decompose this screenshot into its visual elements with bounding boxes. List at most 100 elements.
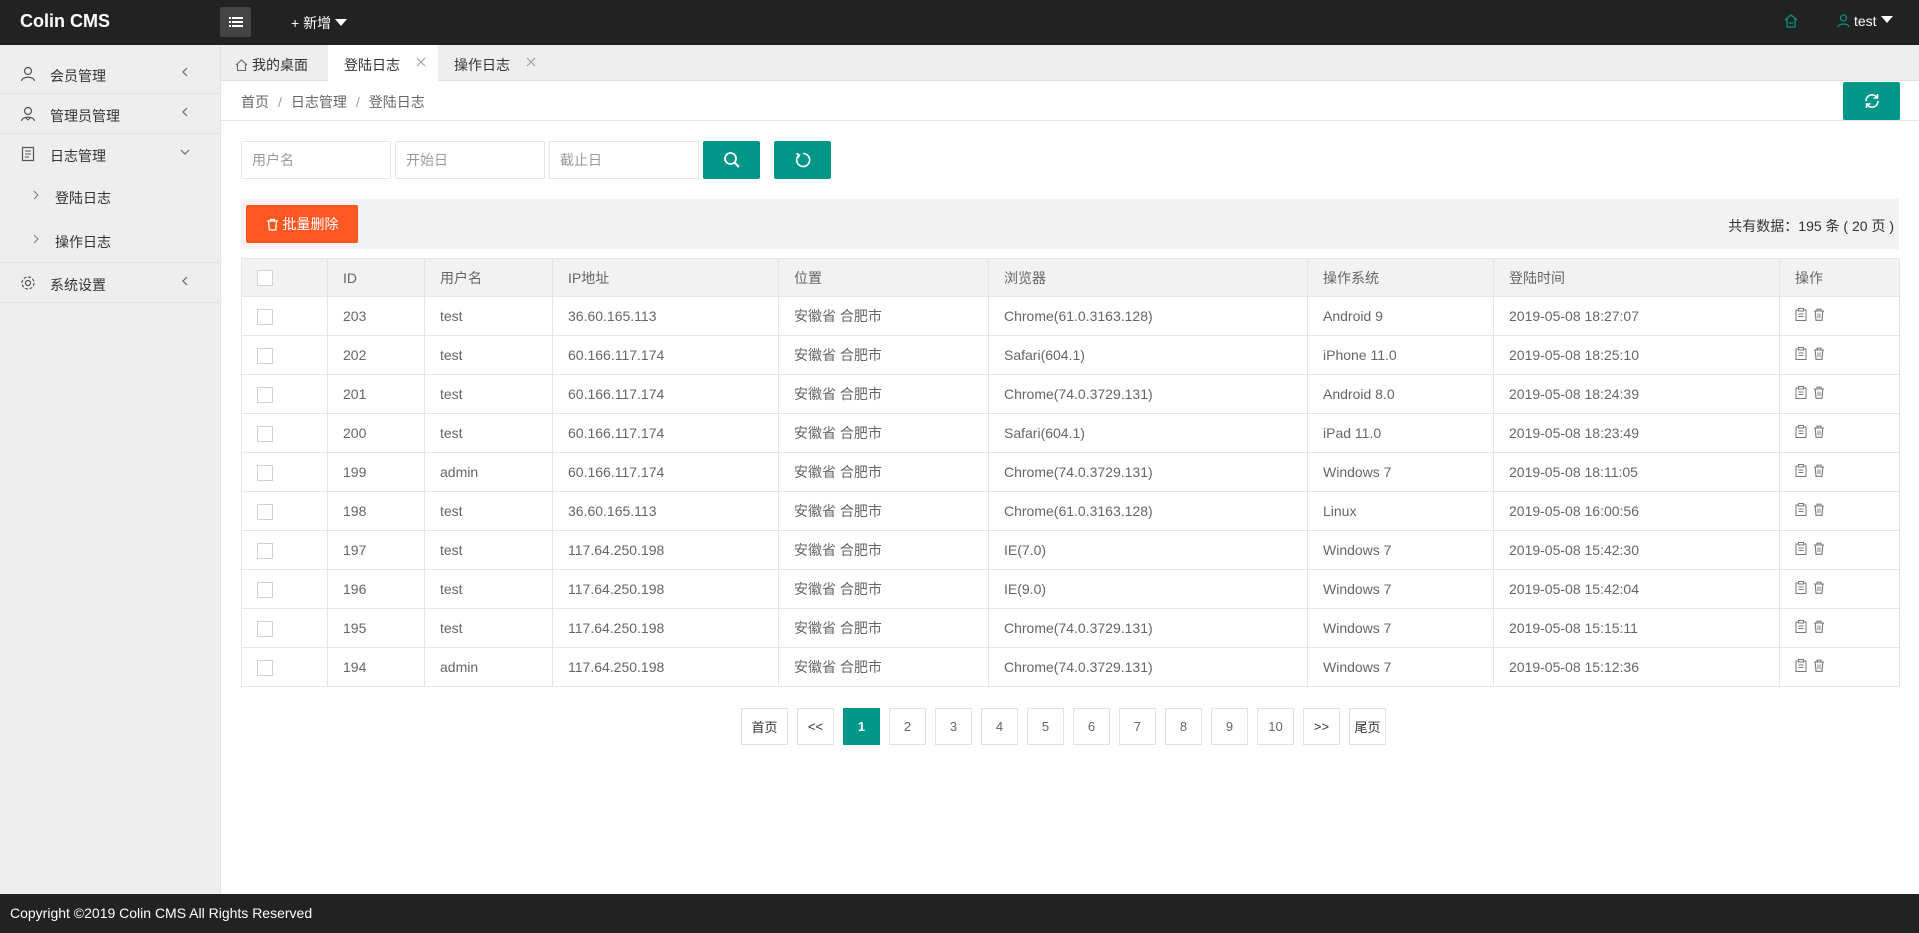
page-button[interactable]: 3 [935,708,972,745]
next-page-button[interactable]: >> [1303,708,1340,745]
trash-icon[interactable] [1813,620,1825,633]
row-checkbox[interactable] [257,581,273,598]
trash-icon[interactable] [1813,542,1825,555]
sidebar-subitem-login-log[interactable]: 登陆日志 [0,175,220,219]
batch-delete-button[interactable]: 批量删除 [246,205,358,243]
tab-login-log[interactable]: 登陆日志 [328,45,438,82]
sidebar-item-settings[interactable]: 系统设置 [0,263,220,303]
edit-icon[interactable] [1795,659,1807,672]
cell-id: 197 [327,530,425,570]
row-checkbox[interactable] [257,620,273,637]
breadcrumb-bar: 首页 / 日志管理 / 登陆日志 [221,81,1919,121]
chevron-right-icon [33,190,39,200]
table-row: 203 test 36.60.165.113 安徽省 合肥市 Chrome(61.0.3… [241,296,1900,336]
trash-icon[interactable] [1813,347,1825,360]
username-input[interactable] [241,141,391,179]
trash-icon[interactable] [1813,503,1825,516]
table-row: 199 admin 60.166.117.174 安徽省 合肥市 Chrome(74.0… [241,452,1900,492]
cell-username: admin [424,647,553,687]
row-checkbox[interactable] [257,386,273,403]
tab-desktop[interactable]: 我的桌面 [221,45,328,81]
search-button[interactable] [703,141,760,179]
refresh-page-button[interactable] [1843,82,1900,120]
tab-label: 操作日志 [454,57,510,73]
column-header: 操作系统 [1307,258,1494,297]
page-button[interactable]: 9 [1211,708,1248,745]
home-icon[interactable] [1784,14,1798,28]
breadcrumb-home[interactable]: 首页 [241,94,269,110]
close-icon[interactable] [416,57,426,67]
start-date-input[interactable] [395,141,545,179]
breadcrumb-logs[interactable]: 日志管理 [291,94,347,110]
edit-icon[interactable] [1795,464,1807,477]
sidebar-item-admins[interactable]: 管理员管理 [0,94,220,134]
trash-icon[interactable] [1813,425,1825,438]
cell-actions [1779,413,1900,453]
row-checkbox[interactable] [257,308,273,325]
close-icon[interactable] [526,57,536,67]
last-page-button[interactable]: 尾页 [1349,708,1386,745]
prev-page-button[interactable]: << [797,708,834,745]
cell-os: Linux [1307,491,1494,531]
cell-browser: Chrome(61.0.3163.128) [988,491,1308,531]
sidebar-item-logs[interactable]: 日志管理 [0,134,220,174]
end-date-input[interactable] [549,141,699,179]
select-all-checkbox[interactable] [257,270,273,287]
page-button[interactable]: 10 [1257,708,1294,745]
trash-icon[interactable] [1813,659,1825,672]
cell-id: 196 [327,569,425,609]
cell-id: 198 [327,491,425,531]
page-button[interactable]: 5 [1027,708,1064,745]
trash-icon [266,218,278,231]
page-button[interactable]: 8 [1165,708,1202,745]
page-button[interactable]: 6 [1073,708,1110,745]
user-menu[interactable]: test [1837,13,1893,29]
trash-icon[interactable] [1813,464,1825,477]
row-select-cell [241,491,328,531]
sidebar-subitem-operation-log[interactable]: 操作日志 [0,219,220,263]
cell-ip: 60.166.117.174 [552,335,779,375]
edit-icon[interactable] [1795,542,1807,555]
page-button[interactable]: 7 [1119,708,1156,745]
edit-icon[interactable] [1795,581,1807,594]
first-page-button[interactable]: 首页 [741,708,788,745]
add-new-menu[interactable]: + 新增 [291,13,348,33]
edit-icon[interactable] [1795,386,1807,399]
chevron-down-icon [180,149,190,155]
page-button[interactable]: 4 [981,708,1018,745]
cell-ip: 117.64.250.198 [552,647,779,687]
edit-icon[interactable] [1795,425,1807,438]
menu-toggle-button[interactable] [220,7,251,37]
edit-icon[interactable] [1795,503,1807,516]
page-button[interactable]: 1 [843,708,880,745]
column-header: 用户名 [424,258,553,297]
row-checkbox[interactable] [257,659,273,676]
cell-ip: 60.166.117.174 [552,374,779,414]
trash-icon[interactable] [1813,581,1825,594]
edit-icon[interactable] [1795,620,1807,633]
row-checkbox[interactable] [257,503,273,520]
cell-actions [1779,608,1900,648]
trash-icon[interactable] [1813,386,1825,399]
edit-icon[interactable] [1795,308,1807,321]
cell-id: 194 [327,647,425,687]
edit-icon[interactable] [1795,347,1807,360]
reset-button[interactable] [774,141,831,179]
cell-browser: IE(9.0) [988,569,1308,609]
row-select-cell [241,569,328,609]
row-checkbox[interactable] [257,347,273,364]
cell-actions [1779,335,1900,375]
sidebar-item-members[interactable]: 会员管理 [0,54,220,94]
trash-icon[interactable] [1813,308,1825,321]
row-checkbox[interactable] [257,464,273,481]
row-select-cell [241,608,328,648]
page-button[interactable]: 2 [889,708,926,745]
table-row: 196 test 117.64.250.198 安徽省 合肥市 IE(9.0) Windo… [241,569,1900,609]
row-checkbox[interactable] [257,425,273,442]
cell-browser: Safari(604.1) [988,413,1308,453]
cell-location: 安徽省 合肥市 [778,452,989,492]
row-checkbox[interactable] [257,542,273,559]
tab-operation-log[interactable]: 操作日志 [438,45,548,81]
cell-os: Android 8.0 [1307,374,1494,414]
select-all-cell [241,258,328,297]
